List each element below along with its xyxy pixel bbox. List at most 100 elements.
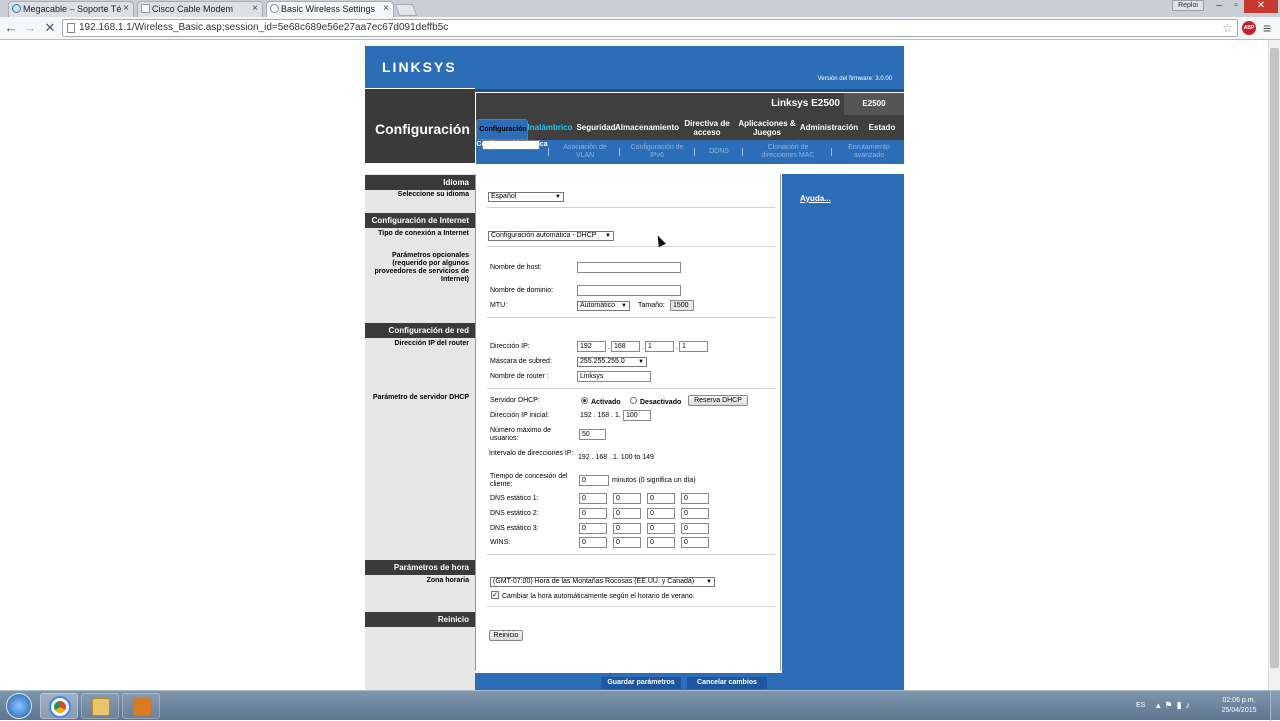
wins-octet-2[interactable]: 0 bbox=[613, 537, 641, 548]
forward-arrow-icon[interactable]: → bbox=[22, 20, 38, 36]
router-name-input[interactable]: Linksys bbox=[577, 371, 651, 382]
dns2-octet-3[interactable]: 0 bbox=[647, 508, 675, 519]
tab-seguridad[interactable]: Seguridad bbox=[574, 115, 618, 140]
wins-octet-1[interactable]: 0 bbox=[579, 537, 607, 548]
ip-label: Dirección IP: bbox=[490, 343, 530, 350]
dns1-octet-3[interactable]: 0 bbox=[647, 493, 675, 504]
mtu-label: MTU: bbox=[490, 302, 508, 309]
dns3-octet-4[interactable]: 0 bbox=[681, 523, 709, 534]
media-player-taskbar-button[interactable] bbox=[122, 693, 160, 719]
media-player-icon bbox=[133, 698, 151, 716]
tab-administracion[interactable]: Administración bbox=[800, 115, 858, 140]
dns3-octet-1[interactable]: 0 bbox=[579, 523, 607, 534]
tab-configuracion[interactable]: Configuración bbox=[476, 119, 528, 140]
browser-tab-basic-wireless[interactable]: Basic Wireless Settings × bbox=[266, 1, 394, 17]
subtab-ddns[interactable]: DDNS bbox=[702, 140, 736, 164]
ip-octet-3[interactable]: 1 bbox=[645, 341, 674, 352]
dst-checkbox[interactable]: ✓ bbox=[491, 591, 499, 599]
tab-aplicaciones-juegos[interactable]: Aplicaciones & Juegos bbox=[736, 115, 798, 140]
user-profile-button[interactable]: Reploi bbox=[1172, 0, 1204, 11]
lease-time-input[interactable]: 0 bbox=[579, 475, 609, 486]
dns1-octet-4[interactable]: 0 bbox=[681, 493, 709, 504]
language-select[interactable]: Español ▼ bbox=[488, 192, 564, 202]
dhcp-disabled-radio[interactable] bbox=[630, 397, 637, 404]
dns3-octet-2[interactable]: 0 bbox=[613, 523, 641, 534]
minimize-icon[interactable]: – bbox=[1210, 0, 1228, 13]
close-icon[interactable]: × bbox=[123, 2, 129, 16]
wins-octet-4[interactable]: 0 bbox=[681, 537, 709, 548]
size-label: Tamaño: bbox=[638, 302, 665, 309]
star-icon[interactable]: ☆ bbox=[1222, 20, 1233, 36]
cancel-button[interactable]: Cancelar cambios bbox=[687, 677, 767, 689]
new-tab-button[interactable] bbox=[394, 4, 418, 16]
explorer-taskbar-button[interactable] bbox=[81, 693, 119, 719]
dhcp-reservation-button[interactable]: Reserva DHCP bbox=[688, 395, 748, 406]
firmware-version: Versión del firmware: 3.0.00 bbox=[817, 76, 892, 82]
page-icon bbox=[67, 23, 75, 33]
dhcp-enabled-radio[interactable] bbox=[581, 397, 588, 404]
chevron-down-icon: ▼ bbox=[706, 579, 712, 585]
dns3-octet-3[interactable]: 0 bbox=[647, 523, 675, 534]
connection-type-select[interactable]: Configuración automática - DHCP ▼ bbox=[488, 231, 614, 241]
subtab-enrutamiento-avanzado[interactable]: Enrutamiento avanzado bbox=[840, 140, 898, 164]
chrome-taskbar-button[interactable] bbox=[40, 693, 78, 719]
ip-octet-1[interactable]: 192 bbox=[577, 341, 606, 352]
ip-octet-2[interactable]: 168 bbox=[611, 341, 640, 352]
system-tray-icons[interactable]: ▴⚑▮♪ bbox=[1156, 700, 1194, 711]
router-page: LINKSYS Versión del firmware: 3.0.00 Con… bbox=[365, 46, 904, 693]
dot-separator: . bbox=[608, 344, 610, 351]
close-icon[interactable]: × bbox=[383, 2, 389, 16]
divider bbox=[487, 207, 775, 208]
dns1-octet-2[interactable]: 0 bbox=[613, 493, 641, 504]
tab-inalambrico[interactable]: Inalámbrico bbox=[528, 115, 573, 140]
subtab-configuracion-ipv6[interactable]: Configuración de IPv6 bbox=[628, 140, 686, 164]
save-button[interactable]: Guardar parámetros bbox=[601, 677, 681, 689]
dns1-octet-1[interactable]: 0 bbox=[579, 493, 607, 504]
domain-name-input[interactable] bbox=[577, 285, 681, 296]
adblock-icon[interactable]: ABP bbox=[1242, 21, 1256, 35]
chrome-icon bbox=[49, 696, 71, 718]
divider bbox=[487, 246, 775, 247]
dns2-octet-1[interactable]: 0 bbox=[579, 508, 607, 519]
timezone-select[interactable]: (GMT-07:00) Hora de las Montañas Rocosas… bbox=[490, 577, 715, 587]
mtu-select[interactable]: Automático ▼ bbox=[577, 301, 630, 311]
window-close-icon[interactable]: ✕ bbox=[1244, 0, 1278, 13]
label-tipo-conexion: Tipo de conexión a Internet bbox=[378, 230, 469, 237]
tab-directiva-acceso[interactable]: Directiva de acceso bbox=[680, 115, 734, 140]
dns2-octet-4[interactable]: 0 bbox=[681, 508, 709, 519]
clock[interactable]: 02:06 p.m. 25/04/2015 bbox=[1218, 696, 1260, 716]
show-desktop-button[interactable] bbox=[1270, 691, 1280, 721]
start-button[interactable] bbox=[6, 693, 32, 719]
help-link[interactable]: Ayuda... bbox=[800, 194, 831, 203]
select-value: Español bbox=[491, 193, 517, 200]
divider bbox=[742, 148, 743, 156]
maximize-icon[interactable]: ▫ bbox=[1228, 0, 1244, 13]
subtab-asociacion-vlan[interactable]: Asociación de VLAN bbox=[556, 140, 614, 164]
stop-loading-icon[interactable]: ✕ bbox=[42, 20, 58, 36]
subtab-clonacion-mac[interactable]: Clonación de direcciones MAC bbox=[756, 140, 820, 164]
tab-title: Megacable – Soporte Té bbox=[23, 4, 122, 14]
section-config-red: Configuración de red bbox=[365, 323, 475, 338]
subnet-mask-select[interactable]: 255.255.255.0 ▼ bbox=[577, 357, 647, 367]
ip-octet-4[interactable]: 1 bbox=[679, 341, 708, 352]
subtab-configuracion-basica[interactable]: Configuración básica bbox=[476, 140, 548, 150]
mtu-size-input[interactable]: 1500 bbox=[670, 300, 694, 311]
chevron-down-icon: ▼ bbox=[638, 359, 644, 365]
browser-tab-cisco[interactable]: Cisco Cable Modem × bbox=[137, 1, 263, 17]
host-name-input[interactable] bbox=[577, 262, 681, 273]
wins-octet-3[interactable]: 0 bbox=[647, 537, 675, 548]
menu-icon[interactable]: ≡ bbox=[1263, 20, 1271, 36]
back-arrow-icon[interactable]: ← bbox=[3, 20, 19, 36]
max-users-input[interactable]: 50 bbox=[579, 429, 606, 440]
divider bbox=[487, 388, 775, 389]
dns2-octet-2[interactable]: 0 bbox=[613, 508, 641, 519]
language-indicator[interactable]: ES bbox=[1136, 702, 1145, 709]
tab-estado[interactable]: Estado bbox=[860, 115, 904, 140]
browser-tab-megacable[interactable]: Megacable – Soporte Té × bbox=[8, 1, 134, 17]
address-bar[interactable]: 192.168.1.1/Wireless_Basic.asp;session_i… bbox=[62, 19, 1238, 37]
scrollbar-thumb[interactable] bbox=[1270, 48, 1279, 668]
reboot-button[interactable]: Reinicio bbox=[489, 630, 523, 641]
tab-almacenamiento[interactable]: Almacenamiento bbox=[615, 115, 679, 140]
start-ip-input[interactable]: 100 bbox=[623, 410, 651, 421]
close-icon[interactable]: × bbox=[252, 2, 258, 16]
